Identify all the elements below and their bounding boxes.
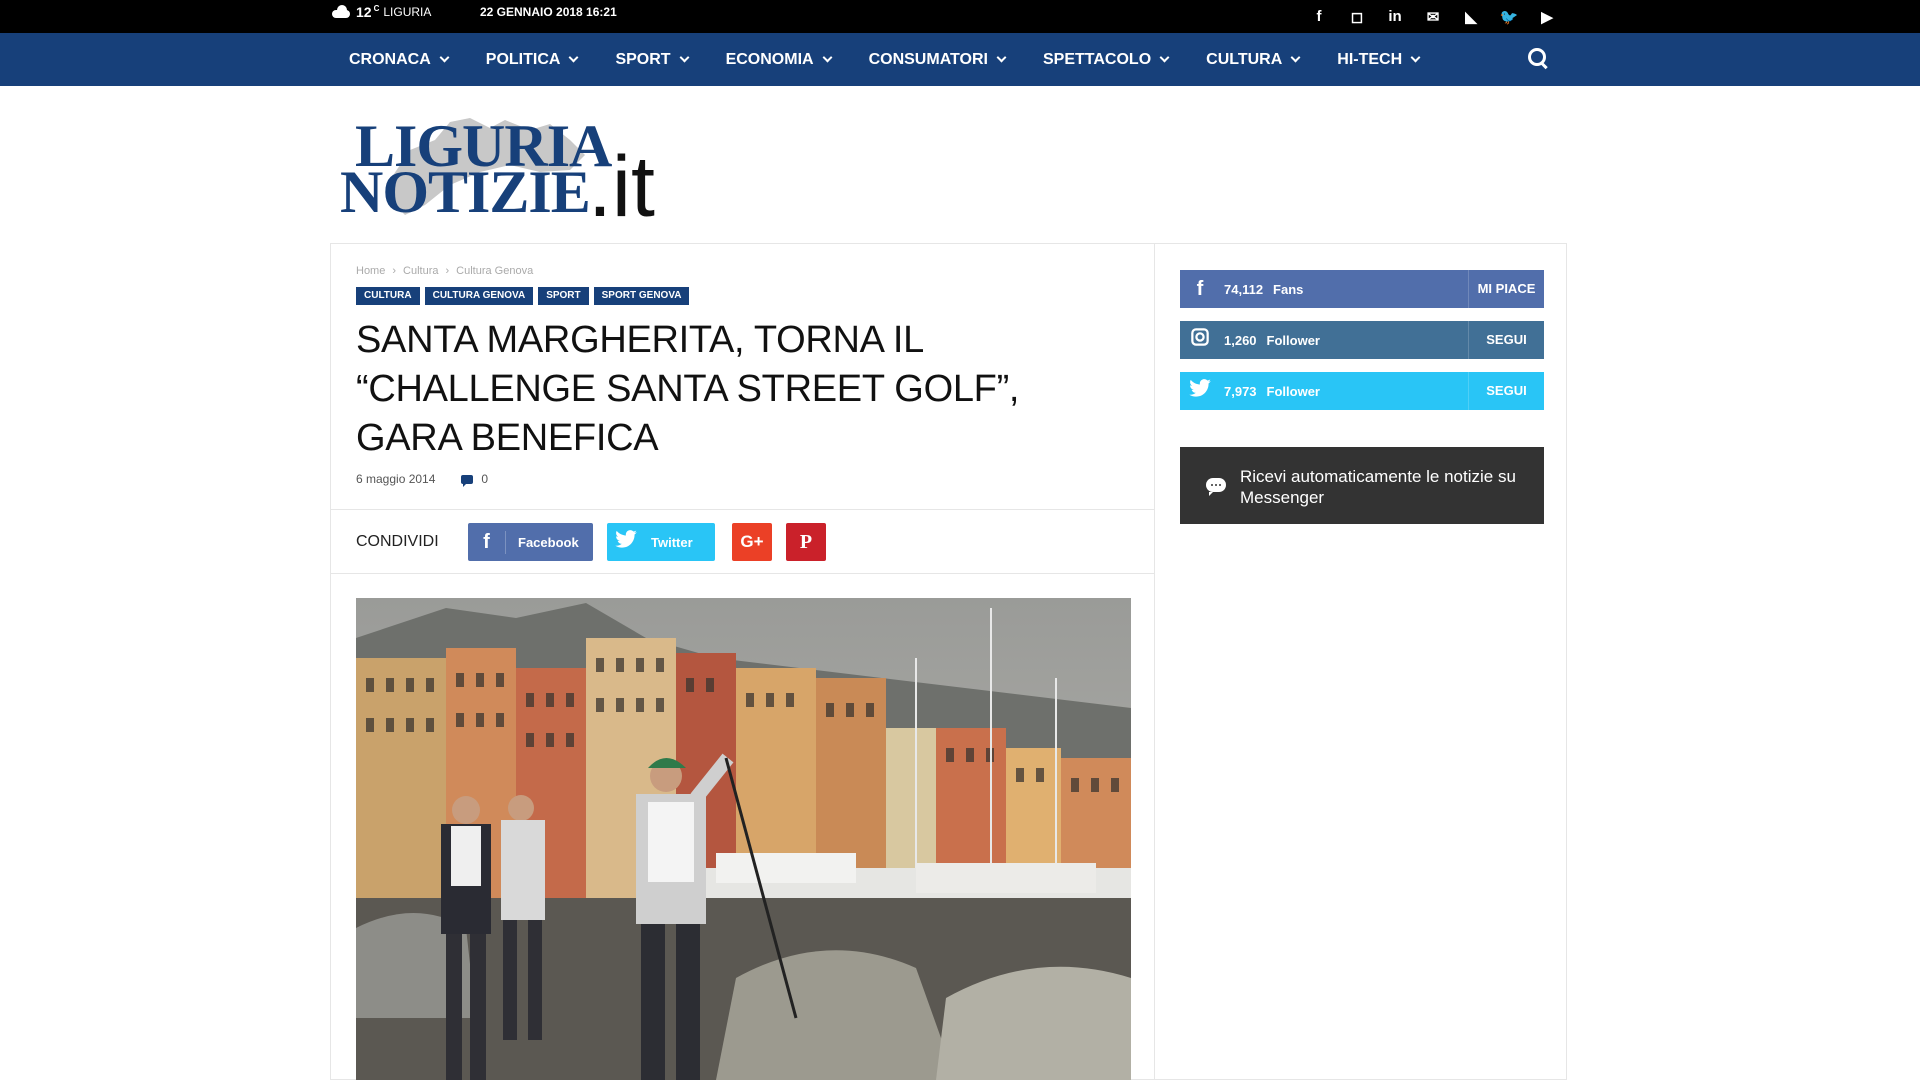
twitter-icon — [1180, 379, 1220, 403]
article-featured-image[interactable] — [356, 598, 1131, 1080]
nav-item-label: SPETTACOLO — [1042, 50, 1152, 68]
nav-item-hi-tech[interactable]: HI-TECH — [1318, 33, 1438, 86]
instagram-follow-button[interactable]: SEGUI — [1468, 321, 1544, 359]
share-twitter-button[interactable]: Twitter — [607, 523, 715, 561]
pinterest-icon: P — [799, 530, 813, 553]
youtube-icon[interactable]: ▶ — [1528, 8, 1566, 26]
article-meta: 6 maggio 2014 0 — [356, 472, 488, 487]
chevron-down-icon — [439, 52, 450, 63]
breadcrumb: Home › Cultura › Cultura Genova — [356, 265, 533, 277]
main-navigation: CRONACA POLITICA SPORT ECONOMIA CONSUMAT… — [0, 33, 1920, 86]
nav-item-cultura[interactable]: CULTURA — [1187, 33, 1318, 86]
nav-item-sport[interactable]: SPORT — [596, 33, 706, 86]
tag-sport[interactable]: SPORT — [538, 287, 589, 305]
facebook-fans-count: 74,112 — [1224, 281, 1264, 297]
messenger-subscribe-button[interactable]: Ricevi automaticamente le notizie su Mes… — [1180, 447, 1544, 524]
facebook-fans-unit: Fans — [1273, 281, 1304, 297]
instagram-icon — [1180, 328, 1220, 352]
nav-item-economia[interactable]: ECONOMIA — [707, 33, 850, 86]
nav-item-label: POLITICA — [485, 50, 561, 68]
facebook-icon: f — [1196, 277, 1204, 300]
nav-item-label: SPORT — [615, 50, 671, 68]
nav-item-spettacolo[interactable]: SPETTACOLO — [1024, 33, 1187, 86]
instagram-follower-count: 1,260 — [1224, 332, 1257, 348]
sidebar-instagram-counter[interactable]: 1,260 Follower SEGUI — [1180, 321, 1544, 359]
nav-item-cronaca[interactable]: CRONACA — [330, 33, 467, 86]
chevron-down-icon — [569, 52, 579, 63]
weather-location: LIGURIA — [383, 5, 432, 19]
nav-item-label: CULTURA — [1206, 50, 1283, 68]
mail-icon[interactable]: ✉ — [1414, 8, 1452, 26]
breadcrumb-home[interactable]: Home — [356, 265, 385, 277]
chevron-down-icon — [996, 52, 1007, 63]
twitter-follower-count: 7,973 — [1224, 383, 1257, 399]
instagram-follower-unit: Follower — [1266, 332, 1320, 348]
cloud-icon — [330, 5, 352, 19]
nav-item-consumatori[interactable]: CONSUMATORI — [850, 33, 1024, 86]
share-twitter-label: Twitter — [651, 534, 693, 550]
article-title: SANTA MARGHERITA, TORNA IL “CHALLENGE SA… — [356, 319, 1020, 459]
instagram-icon[interactable]: ◻ — [1338, 8, 1376, 26]
chevron-down-icon — [822, 52, 833, 63]
article-date: 6 maggio 2014 — [356, 472, 436, 486]
chevron-down-icon — [1410, 52, 1421, 63]
tag-cultura[interactable]: CULTURA — [356, 287, 420, 305]
chevron-down-icon — [1290, 52, 1301, 63]
sidebar-twitter-counter[interactable]: 7,973 Follower SEGUI — [1180, 372, 1544, 410]
share-divider-top — [331, 509, 1154, 510]
linkedin-icon[interactable]: in — [1376, 8, 1414, 25]
chevron-down-icon — [679, 52, 690, 63]
article-tags: CULTURA CULTURA GENOVA SPORT SPORT GENOV… — [356, 287, 690, 305]
share-facebook-button[interactable]: f Facebook — [468, 523, 593, 561]
sidebar-facebook-counter[interactable]: f 74,112 Fans MI PIACE — [1180, 270, 1544, 308]
weather-temperature: 12 — [356, 4, 372, 20]
share-divider-bottom — [331, 573, 1154, 574]
share-facebook-label: Facebook — [518, 534, 579, 550]
nav-item-politica[interactable]: POLITICA — [467, 33, 597, 86]
site-logo[interactable]: LIGURIA NOTIZIE .it — [340, 108, 670, 235]
twitter-follower-unit: Follower — [1266, 383, 1320, 399]
twitter-icon[interactable]: 🐦 — [1490, 8, 1528, 26]
breadcrumb-cultura-genova[interactable]: Cultura Genova — [456, 265, 533, 277]
search-icon[interactable] — [1528, 48, 1550, 70]
sidebar-divider — [1154, 243, 1155, 1080]
chevron-down-icon — [1159, 52, 1170, 63]
top-bar: 12 C LIGURIA 22 GENNAIO 2018 16:21 f ◻ i… — [0, 0, 1920, 33]
chat-bubble-icon — [1206, 478, 1226, 496]
share-googleplus-button[interactable]: G+ — [732, 523, 772, 561]
weather-degree-unit: C — [373, 4, 380, 13]
messenger-subscribe-label: Ricevi automaticamente le notizie su Mes… — [1240, 467, 1516, 507]
comment-icon[interactable] — [461, 474, 474, 487]
weather-widget: 12 C LIGURIA — [330, 4, 431, 20]
breadcrumb-separator: › — [392, 265, 397, 277]
harbor-photo — [356, 598, 1131, 1080]
nav-item-label: CRONACA — [349, 50, 431, 68]
share-label: CONDIVIDI — [356, 533, 439, 550]
googleplus-icon: G+ — [740, 532, 764, 551]
twitter-follow-button[interactable]: SEGUI — [1468, 372, 1544, 410]
breadcrumb-cultura[interactable]: Cultura — [403, 265, 438, 277]
current-datetime: 22 GENNAIO 2018 16:21 — [480, 5, 617, 19]
breadcrumb-separator: › — [445, 265, 450, 277]
logo-suffix: .it — [588, 139, 655, 235]
facebook-icon[interactable]: f — [1300, 8, 1338, 25]
twitter-icon — [607, 530, 645, 554]
rss-icon[interactable]: ◣ — [1452, 8, 1490, 26]
facebook-like-button[interactable]: MI PIACE — [1468, 270, 1544, 308]
nav-item-label: CONSUMATORI — [868, 50, 988, 68]
nav-item-label: HI-TECH — [1337, 50, 1403, 68]
nav-item-label: ECONOMIA — [725, 50, 814, 68]
tag-sport-genova[interactable]: SPORT GENOVA — [593, 287, 690, 305]
share-pinterest-button[interactable]: P — [786, 523, 826, 561]
top-social-icons: f ◻ in ✉ ◣ 🐦 ▶ — [1300, 0, 1566, 33]
comment-count[interactable]: 0 — [481, 472, 488, 486]
tag-cultura-genova[interactable]: CULTURA GENOVA — [424, 287, 534, 305]
facebook-icon: f — [468, 530, 506, 554]
logo-line-notizie: NOTIZIE — [340, 159, 591, 225]
